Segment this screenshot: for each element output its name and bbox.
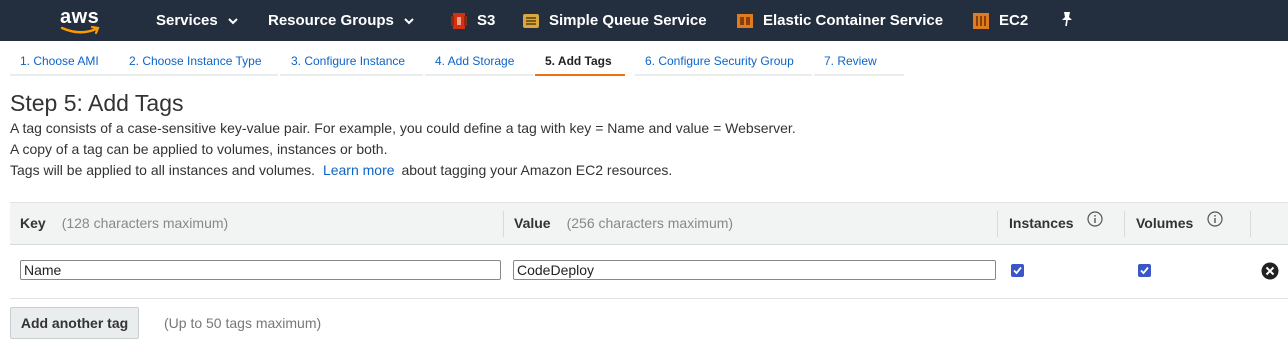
tags-table-header: Key (128 characters maximum) Value (256 ch… — [10, 202, 1288, 245]
add-another-tag-button[interactable]: Add another tag — [10, 307, 139, 339]
aws-logo[interactable]: aws — [58, 6, 104, 36]
info-icon[interactable] — [1207, 202, 1223, 243]
description-line-3: Tags will be applied to all instances an… — [10, 162, 672, 178]
max-tags-hint: (Up to 50 tags maximum) — [164, 315, 322, 331]
page-title: Step 5: Add Tags — [10, 90, 184, 116]
key-header-label: Key — [20, 215, 46, 231]
column-divider — [1250, 211, 1251, 237]
column-divider — [1124, 211, 1125, 237]
description-line-3-prefix: Tags will be applied to all instances an… — [10, 162, 316, 178]
step-configure-security-group[interactable]: 6. Configure Security Group — [635, 44, 812, 76]
column-divider — [997, 211, 998, 237]
ec2-icon — [972, 11, 990, 31]
key-column-header: Key (128 characters maximum) — [20, 203, 228, 244]
top-navigation-bar: aws Services Resource Groups S3 Simple Q… — [0, 0, 1288, 41]
chevron-down-icon — [404, 12, 414, 29]
s3-icon — [450, 11, 468, 31]
services-label: Services — [156, 12, 218, 29]
description-line-1: A tag consists of a case-sensitive key-v… — [10, 120, 796, 136]
sqs-shortcut[interactable]: Simple Queue Service — [522, 0, 707, 41]
value-header-label: Value — [514, 215, 551, 231]
pin-button[interactable] — [1060, 0, 1074, 41]
step-review[interactable]: 7. Review — [814, 44, 904, 76]
instances-checkbox[interactable] — [1011, 264, 1024, 277]
value-column-header: Value (256 characters maximum) — [514, 203, 733, 244]
pin-icon — [1060, 11, 1074, 31]
tag-key-input[interactable] — [20, 260, 501, 280]
close-circle-icon — [1261, 262, 1279, 280]
checkmark-icon — [1140, 266, 1149, 275]
ecs-label: Elastic Container Service — [763, 12, 944, 29]
instances-header-label: Instances — [1009, 215, 1074, 231]
aws-smile-icon — [60, 26, 100, 35]
step-add-tags[interactable]: 5. Add Tags — [535, 44, 625, 76]
value-header-hint: (256 characters maximum) — [566, 215, 734, 231]
sqs-label: Simple Queue Service — [549, 12, 707, 29]
key-header-hint: (128 characters maximum) — [61, 215, 229, 231]
step-add-storage[interactable]: 4. Add Storage — [425, 44, 533, 76]
sqs-icon — [522, 11, 540, 31]
resource-groups-label: Resource Groups — [268, 12, 394, 29]
info-icon[interactable] — [1087, 202, 1104, 243]
table-row — [10, 244, 1288, 299]
s3-shortcut[interactable]: S3 — [450, 0, 495, 41]
s3-label: S3 — [477, 12, 496, 29]
ec2-label: EC2 — [999, 12, 1029, 29]
remove-tag-button[interactable] — [1261, 262, 1279, 285]
ec2-shortcut[interactable]: EC2 — [972, 0, 1028, 41]
services-menu[interactable]: Services — [156, 0, 238, 41]
description-line-3-suffix: about tagging your Amazon EC2 resources. — [401, 162, 673, 178]
step-choose-instance-type[interactable]: 2. Choose Instance Type — [118, 44, 278, 76]
ecs-shortcut[interactable]: Elastic Container Service — [736, 0, 943, 41]
chevron-down-icon — [228, 12, 238, 29]
tag-value-input[interactable] — [513, 260, 996, 280]
ecs-icon — [736, 11, 754, 31]
wizard-steps: 1. Choose AMI 2. Choose Instance Type 3.… — [0, 44, 1288, 78]
volumes-column-header: Volumes — [1136, 203, 1223, 244]
learn-more-link[interactable]: Learn more — [323, 162, 395, 178]
step-configure-instance[interactable]: 3. Configure Instance — [280, 44, 423, 76]
step-choose-ami[interactable]: 1. Choose AMI — [10, 44, 118, 76]
checkmark-icon — [1013, 266, 1022, 275]
description-line-2: A copy of a tag can be applied to volume… — [10, 141, 388, 157]
instances-column-header: Instances — [1009, 202, 1104, 244]
resource-groups-menu[interactable]: Resource Groups — [268, 0, 414, 41]
column-divider — [503, 211, 504, 237]
volumes-header-label: Volumes — [1136, 215, 1194, 231]
volumes-checkbox[interactable] — [1138, 264, 1151, 277]
